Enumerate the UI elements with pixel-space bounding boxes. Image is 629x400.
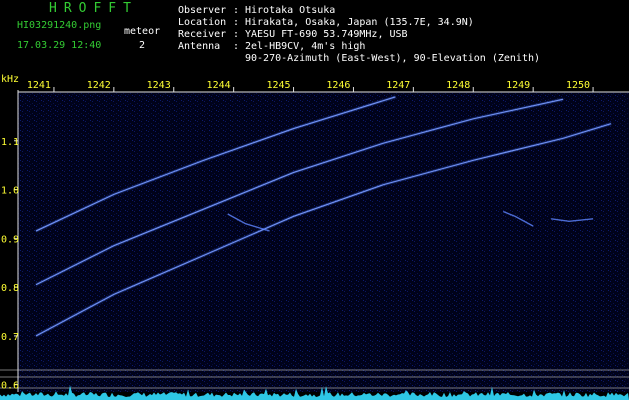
x-tick-label: 1243 (147, 80, 171, 91)
y-axis-unit-label: kHz (1, 74, 19, 85)
x-tick-label: 1245 (266, 80, 290, 91)
y-tick-label: 0.6 (1, 381, 19, 392)
x-tick-label: 1250 (566, 80, 590, 91)
y-tick-label: 0.7 (1, 332, 19, 343)
x-tick-label: 1242 (87, 80, 111, 91)
y-tick-label: 0.9 (1, 234, 19, 245)
x-tick-label: 1247 (386, 80, 410, 91)
spectrogram-plot: kHz 1241 1242 1243 1244 1245 1246 1247 1248 1249 1… (0, 74, 629, 400)
y-tick-label: 1.1 (1, 137, 19, 148)
y-tick-label: 0.8 (1, 283, 19, 294)
x-tick-label: 1244 (207, 80, 231, 91)
x-tick-label: 1249 (506, 80, 530, 91)
y-tick-label: 1.0 (1, 186, 19, 197)
x-tick-label: 1246 (326, 80, 350, 91)
x-tick-label: 1248 (446, 80, 470, 91)
x-tick-label: 1241 (27, 80, 51, 91)
noise-background (18, 92, 629, 392)
hrofft-display: HROFFT HI03291240.png 17.03.29 12:40 met… (0, 0, 629, 400)
